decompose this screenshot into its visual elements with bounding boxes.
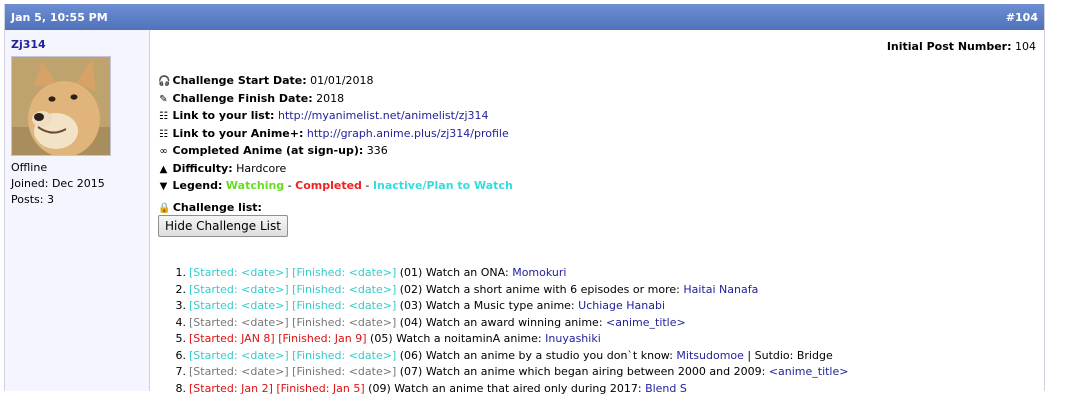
legend-inactive: Inactive/Plan to Watch <box>373 179 513 192</box>
anime-title-link[interactable]: <anime_title> <box>769 365 849 378</box>
list-item: 5.[Started: JAN 8] [Finished: Jan 9] (05… <box>172 331 848 348</box>
start-date-value: 01/01/2018 <box>310 74 373 87</box>
finished-date: [Finished: <date>] <box>292 299 396 312</box>
post-header: Jan 5, 10:55 PM #104 <box>5 4 1044 30</box>
initial-post-label: Initial Post Number: <box>887 40 1012 53</box>
post-date: Jan 5, 10:55 PM <box>11 11 108 24</box>
started-date: [Started: JAN 8] <box>189 332 275 345</box>
legend-separator: - <box>362 179 373 192</box>
list-link-label: Link to your list: <box>173 109 275 122</box>
finish-date-row: ✎ Challenge Finish Date: 2018 <box>158 91 513 109</box>
legend-label: Legend: <box>173 179 223 192</box>
list-item: 6.[Started: <date>] [Finished: <date>] (… <box>172 348 848 365</box>
started-date: [Started: <date>] <box>189 349 289 362</box>
list-item: 8.[Started: Jan 2] [Finished: Jan 5] (09… <box>172 381 848 397</box>
hide-challenge-list-button[interactable]: Hide Challenge List <box>158 215 288 237</box>
finished-date: [Finished: <date>] <box>292 316 396 329</box>
initial-post-value: 104 <box>1015 40 1036 53</box>
anime-title-link[interactable]: <anime_title> <box>606 316 686 329</box>
username-link[interactable]: Zj314 <box>11 38 143 51</box>
finished-date: [Finished: Jan 5] <box>276 382 364 395</box>
infinity-icon: ∞ <box>158 144 169 161</box>
list-item: 4.[Started: <date>] [Finished: <date>] (… <box>172 315 848 332</box>
anime-title-link[interactable]: Blend S <box>645 382 687 395</box>
doge-avatar-icon <box>12 57 111 156</box>
animeplus-link[interactable]: http://graph.anime.plus/zj314/profile <box>307 127 509 140</box>
finish-date-value: 2018 <box>316 92 344 105</box>
list-item: 3.[Started: <date>] [Finished: <date>] (… <box>172 298 848 315</box>
started-date: [Started: <date>] <box>189 266 289 279</box>
list-item: 1.[Started: <date>] [Finished: <date>] (… <box>172 265 848 282</box>
finished-date: [Finished: <date>] <box>292 365 396 378</box>
finish-date-label: Challenge Finish Date: <box>173 92 313 105</box>
list-icon: ☷ <box>158 127 169 144</box>
animeplus-link-row: ☷ Link to your Anime+: http://graph.anim… <box>158 126 513 144</box>
finished-date: [Finished: Jan 9] <box>278 332 366 345</box>
anime-title-link[interactable]: Haitai Nanafa <box>683 283 758 296</box>
list-item: 7.[Started: <date>] [Finished: <date>] (… <box>172 364 848 381</box>
started-date: [Started: Jan 2] <box>189 382 273 395</box>
finished-date: [Finished: <date>] <box>292 349 396 362</box>
user-joined: Joined: Dec 2015 <box>11 176 143 192</box>
lock-icon: 🔒 <box>158 203 169 214</box>
challenge-list-heading: 🔒 Challenge list: <box>158 201 262 214</box>
difficulty-row: ▲ Difficulty: Hardcore <box>158 161 513 179</box>
challenge-list: 1.[Started: <date>] [Finished: <date>] (… <box>172 265 848 397</box>
challenge-fields: 🎧 Challenge Start Date: 01/01/2018 ✎ Cha… <box>158 73 513 196</box>
list-link[interactable]: http://myanimelist.net/animelist/zj314 <box>278 109 489 122</box>
legend-separator: - <box>284 179 295 192</box>
anime-title-link[interactable]: Mitsudomoe <box>676 349 744 362</box>
animeplus-link-label: Link to your Anime+: <box>173 127 304 140</box>
finished-date: [Finished: <date>] <box>292 266 396 279</box>
difficulty-value: Hardcore <box>236 162 286 175</box>
started-date: [Started: <date>] <box>189 299 289 312</box>
completed-value: 336 <box>367 144 388 157</box>
legend-row: ▼ Legend: Watching - Completed - Inactiv… <box>158 178 513 196</box>
post-number-link[interactable]: #104 <box>1006 11 1038 24</box>
initial-post-number: Initial Post Number: 104 <box>887 40 1036 53</box>
completed-row: ∞ Completed Anime (at sign-up): 336 <box>158 143 513 161</box>
triangle-down-icon: ▼ <box>158 179 169 196</box>
anime-title-link[interactable]: Momokuri <box>512 266 566 279</box>
list-link-row: ☷ Link to your list: http://myanimelist.… <box>158 108 513 126</box>
anime-title-link[interactable]: Inuyashiki <box>545 332 601 345</box>
finished-date: [Finished: <date>] <box>292 283 396 296</box>
difficulty-label: Difficulty: <box>173 162 233 175</box>
challenge-list-label: Challenge list: <box>173 201 262 214</box>
pencil-icon: ✎ <box>158 92 169 109</box>
user-info-panel: Zj314 Offline Joined: Dec 2015 Posts: 3 <box>5 30 150 391</box>
user-posts: Posts: 3 <box>11 192 143 208</box>
avatar[interactable] <box>11 56 111 156</box>
post-content: Initial Post Number: 104 🎧 Challenge Sta… <box>150 30 1044 42</box>
started-date: [Started: <date>] <box>189 365 289 378</box>
started-date: [Started: <date>] <box>189 316 289 329</box>
legend-completed: Completed <box>295 179 362 192</box>
anime-title-link[interactable]: Uchiage Hanabi <box>578 299 665 312</box>
completed-label: Completed Anime (at sign-up): <box>173 144 364 157</box>
start-date-row: 🎧 Challenge Start Date: 01/01/2018 <box>158 73 513 91</box>
user-status: Offline <box>11 160 143 176</box>
triangle-up-icon: ▲ <box>158 162 169 179</box>
list-item: 2.[Started: <date>] [Finished: <date>] (… <box>172 282 848 299</box>
start-date-label: Challenge Start Date: <box>173 74 307 87</box>
forum-post: Jan 5, 10:55 PM #104 Zj314 Offline Joine… <box>4 4 1045 391</box>
legend-watching: Watching <box>226 179 284 192</box>
list-icon: ☷ <box>158 109 169 126</box>
headphones-icon: 🎧 <box>158 74 169 91</box>
started-date: [Started: <date>] <box>189 283 289 296</box>
